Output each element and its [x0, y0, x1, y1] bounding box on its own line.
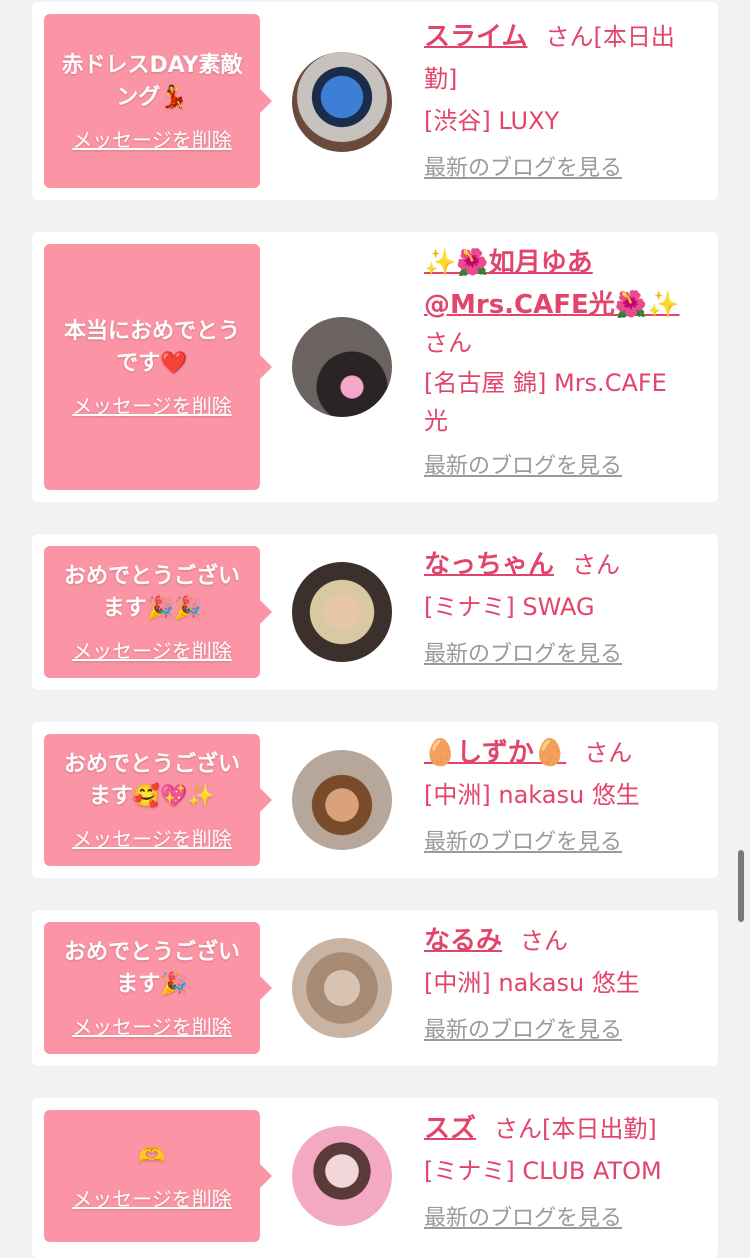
sender-info: 🥚しずか🥚 さん [中洲] nakasu 悠生 最新のブログを見る	[424, 732, 704, 862]
message-bubble: 赤ドレスDAY素敵 ング💃 メッセージを削除	[44, 14, 272, 188]
message-bubble: 本当におめでとう です❤️ メッセージを削除	[44, 244, 272, 490]
san-label: さん	[545, 23, 594, 51]
avatar[interactable]	[292, 938, 392, 1038]
message-bubble: おめでとうござい ます🎉 メッセージを削除	[44, 922, 272, 1054]
shop-text: [名古屋 錦] Mrs.CAFE 光	[424, 369, 667, 435]
delete-message-link[interactable]: メッセージを削除	[72, 124, 232, 153]
sender-name-link[interactable]: 🥚しずか🥚	[424, 738, 566, 768]
latest-blog-link[interactable]: 最新のブログを見る	[424, 824, 622, 862]
sender-name-link[interactable]: スズ	[424, 1114, 476, 1144]
message-card: 🫶 メッセージを削除 スズ さん[本日出勤] [ミナミ] CLUB ATOM 最新…	[32, 1098, 718, 1258]
sender-name-link[interactable]: スライム	[424, 22, 527, 52]
delete-message-link[interactable]: メッセージを削除	[72, 1011, 232, 1040]
latest-blog-link[interactable]: 最新のブログを見る	[424, 636, 622, 674]
message-card: おめでとうござい ます🎉 メッセージを削除 なるみ さん [中洲] nakasu …	[32, 910, 718, 1066]
latest-blog-link[interactable]: 最新のブログを見る	[424, 150, 622, 188]
avatar[interactable]	[292, 562, 392, 662]
sender-name-link[interactable]: ✨🌺如月ゆあ @Mrs.CAFE光🌺✨	[424, 248, 680, 320]
message-card: 本当におめでとう です❤️ メッセージを削除 ✨🌺如月ゆあ @Mrs.CAFE光…	[32, 232, 718, 502]
message-text: おめでとうござい ます🎉	[63, 939, 240, 997]
san-label: さん	[572, 551, 621, 579]
delete-message-link[interactable]: メッセージを削除	[72, 823, 232, 852]
avatar[interactable]	[292, 750, 392, 850]
delete-message-link[interactable]: メッセージを削除	[72, 635, 232, 664]
san-label: さん	[584, 739, 633, 767]
san-label: さん	[494, 1115, 543, 1143]
avatar[interactable]	[292, 1126, 392, 1226]
shop-text: [渋谷] LUXY	[424, 107, 560, 135]
san-label: さん	[424, 329, 472, 357]
message-text: おめでとうござい ます🎉🎉	[63, 563, 240, 621]
avatar[interactable]	[292, 52, 392, 152]
message-card: 赤ドレスDAY素敵 ング💃 メッセージを削除 スライム さん[本日出 勤] [渋谷…	[32, 2, 718, 200]
sender-info: スズ さん[本日出勤] [ミナミ] CLUB ATOM 最新のブログを見る	[424, 1108, 704, 1238]
message-text: 赤ドレスDAY素敵 ング💃	[61, 52, 243, 110]
shop-text: [ミナミ] SWAG	[424, 593, 595, 621]
latest-blog-link[interactable]: 最新のブログを見る	[424, 1200, 622, 1238]
message-bubble: 🫶 メッセージを削除	[44, 1110, 272, 1242]
avatar[interactable]	[292, 317, 392, 417]
latest-blog-link[interactable]: 最新のブログを見る	[424, 448, 622, 486]
shop-text: [中洲] nakasu 悠生	[424, 969, 640, 997]
san-label: さん	[520, 927, 569, 955]
shop-text: [ミナミ] CLUB ATOM	[424, 1157, 662, 1185]
scrollbar[interactable]	[738, 850, 744, 922]
sender-info: ✨🌺如月ゆあ @Mrs.CAFE光🌺✨ さん [名古屋 錦] Mrs.CAFE …	[424, 242, 704, 486]
sender-name-link[interactable]: なっちゃん	[424, 550, 554, 580]
sender-info: なっちゃん さん [ミナミ] SWAG 最新のブログを見る	[424, 544, 704, 674]
message-bubble: おめでとうござい ます🎉🎉 メッセージを削除	[44, 546, 272, 678]
shop-text: [中洲] nakasu 悠生	[424, 781, 640, 809]
delete-message-link[interactable]: メッセージを削除	[72, 1183, 232, 1212]
message-text: 本当におめでとう です❤️	[63, 318, 240, 376]
message-card: おめでとうござい ます🥰💖✨ メッセージを削除 🥚しずか🥚 さん [中洲] nak…	[32, 722, 718, 878]
sender-info: なるみ さん [中洲] nakasu 悠生 最新のブログを見る	[424, 920, 704, 1050]
delete-message-link[interactable]: メッセージを削除	[72, 390, 232, 419]
latest-blog-link[interactable]: 最新のブログを見る	[424, 1012, 622, 1050]
sender-info: スライム さん[本日出 勤] [渋谷] LUXY 最新のブログを見る	[424, 16, 704, 188]
message-text: おめでとうござい ます🥰💖✨	[63, 751, 240, 809]
message-card: おめでとうござい ます🎉🎉 メッセージを削除 なっちゃん さん [ミナミ] SWA…	[32, 534, 718, 690]
status-text: [本日出勤]	[542, 1115, 657, 1143]
message-bubble: おめでとうござい ます🥰💖✨ メッセージを削除	[44, 734, 272, 866]
message-text: 🫶	[138, 1143, 166, 1169]
sender-name-link[interactable]: なるみ	[424, 926, 502, 956]
